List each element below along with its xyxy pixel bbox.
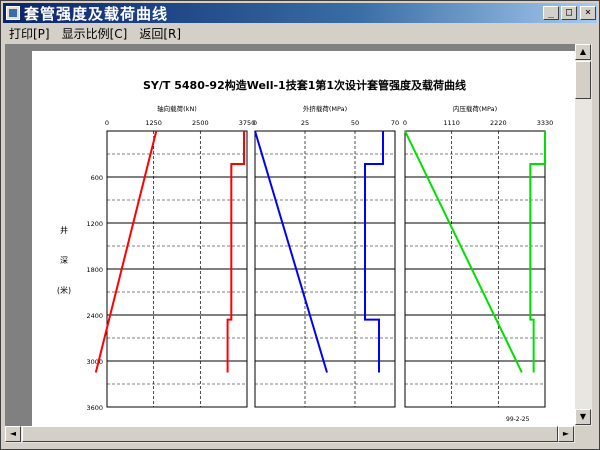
x-tick-label-external: 25 xyxy=(301,119,309,127)
x-tick-label-axial: 1250 xyxy=(145,119,162,127)
horizontal-scrollbar[interactable]: ◄ ► xyxy=(5,426,575,443)
series-strength-axial xyxy=(226,131,246,373)
scroll-right-button[interactable]: ► xyxy=(558,426,574,442)
panel-label-internal: 内压载荷(MPa) xyxy=(453,104,497,113)
depth-tick-label: 1200 xyxy=(86,220,103,228)
vertical-scrollbar[interactable]: ▲ ▼ xyxy=(575,44,592,426)
x-tick-label-internal: 2220 xyxy=(490,119,507,127)
x-tick-label-external: 0 xyxy=(253,119,257,127)
chart-paper: SY/T 5480-92构造Well-1技套1第1次设计套管强度及载荷曲线 99… xyxy=(32,51,575,426)
scroll-up-button[interactable]: ▲ xyxy=(575,44,591,60)
depth-label-1: 井 xyxy=(60,225,68,235)
menu-bar: 打印[P] 显示比例[C] 返回[R] xyxy=(3,24,597,43)
panel-label-axial: 轴向载荷(kN) xyxy=(157,104,197,113)
maximize-button[interactable]: □ xyxy=(561,6,577,20)
scroll-corner xyxy=(575,426,592,443)
window-title: 套管强度及载荷曲线 xyxy=(24,4,169,23)
horizontal-scroll-thumb[interactable] xyxy=(22,426,558,442)
series-load-internal xyxy=(404,130,523,373)
x-tick-label-external: 70 xyxy=(391,119,399,127)
depth-tick-label: 3600 xyxy=(86,404,103,412)
depth-label-2: 深 xyxy=(60,256,68,265)
menu-print[interactable]: 打印[P] xyxy=(3,25,56,42)
x-tick-label-external: 50 xyxy=(351,119,359,127)
x-tick-label-internal: 0 xyxy=(403,119,407,127)
depth-tick-label: 2400 xyxy=(86,312,103,320)
application-window: 套管强度及载荷曲线 _ □ × 打印[P] 显示比例[C] 返回[R] SY/T… xyxy=(0,0,600,450)
minimize-button[interactable]: _ xyxy=(543,6,559,20)
casing-chart: SY/T 5480-92构造Well-1技套1第1次设计套管强度及载荷曲线 99… xyxy=(57,78,554,423)
menu-return[interactable]: 返回[R] xyxy=(133,25,187,42)
chart-date: 99-2-25 xyxy=(506,416,530,423)
series-load-external xyxy=(254,130,328,373)
scroll-down-button[interactable]: ▼ xyxy=(575,409,591,425)
close-button[interactable]: × xyxy=(580,6,596,20)
app-icon xyxy=(6,6,20,20)
series-load-axial xyxy=(94,130,158,373)
depth-label-3: (米) xyxy=(57,285,71,295)
x-tick-label-internal: 3330 xyxy=(537,119,554,127)
title-bar[interactable]: 套管强度及载荷曲线 _ □ × xyxy=(3,3,597,23)
panel-label-external: 外挤载荷(MPa) xyxy=(303,104,347,113)
series-strength-internal xyxy=(529,131,546,373)
scroll-left-button[interactable]: ◄ xyxy=(5,426,21,442)
document-view[interactable]: SY/T 5480-92构造Well-1技套1第1次设计套管强度及载荷曲线 99… xyxy=(5,44,575,426)
x-tick-label-internal: 1110 xyxy=(443,119,460,127)
depth-tick-label: 3000 xyxy=(86,358,103,366)
x-tick-label-axial: 2500 xyxy=(192,119,209,127)
vertical-scroll-thumb[interactable] xyxy=(575,61,591,99)
depth-tick-label: 600 xyxy=(91,174,103,182)
series-strength-external xyxy=(364,131,384,373)
depth-tick-label: 1800 xyxy=(86,266,103,274)
x-tick-label-axial: 0 xyxy=(105,119,109,127)
menu-zoom[interactable]: 显示比例[C] xyxy=(56,25,134,42)
chart-title: SY/T 5480-92构造Well-1技套1第1次设计套管强度及载荷曲线 xyxy=(143,78,466,92)
